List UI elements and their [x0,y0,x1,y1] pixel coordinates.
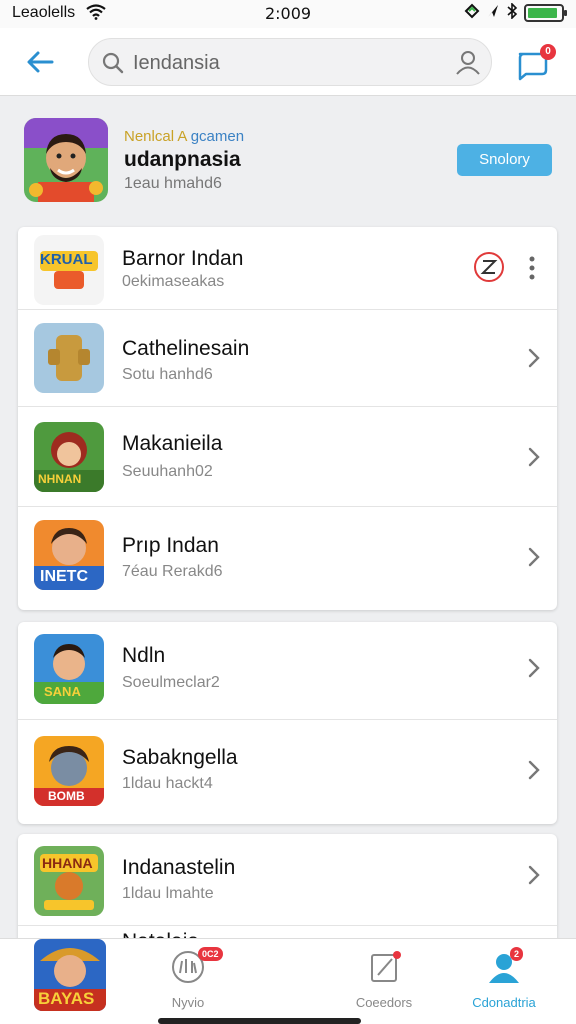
game-thumbnail: SANA [34,634,104,704]
chevron-right-icon [527,658,541,678]
battery-icon [524,3,567,22]
list-item[interactable]: Cathelinesain Sotu hanhd6 [18,310,557,407]
avatar[interactable] [24,118,108,202]
profile-section: Nenlcal A gcamen udanpnasia 1eau hmahd6 … [0,110,576,220]
list-item-title: Prıp Indan [122,534,219,557]
list-card-3: HHANA Indanastelin 1ldau lmahte Natalaia [18,834,557,954]
thumbnail-text: INETC [40,568,88,585]
home-indicator [158,1018,361,1024]
chevron-right-icon [527,348,541,368]
profile-icon: 2 [484,947,524,987]
profile-tag: Nenlcal A gcamen [124,128,245,145]
list-card-1: KRUAL Barnor Indan 0ekimaseakas Cathelin… [18,227,557,610]
thumbnail-text: HHANA [42,855,93,871]
list-item[interactable]: NHNAN Makanieila Seuuhanh02 [18,407,557,507]
status-icons [464,2,567,22]
chevron-right-icon [527,547,541,567]
game-thumbnail: HHANA [34,846,104,916]
tab-label: Coeedors [355,995,413,1010]
game-thumbnail: INETC [34,520,104,590]
list-item[interactable]: INETC Prıp Indan 7éau Rerakd6 [18,507,557,610]
tab-nyvio[interactable]: 0C2 Nyvio [138,947,238,1017]
list-item[interactable]: BOMB Sabakngella 1ldau hackt4 [18,720,557,824]
more-options-icon[interactable] [527,255,537,281]
list-item[interactable]: KRUAL Barnor Indan 0ekimaseakas [18,227,557,310]
list-item-title: Indanastelin [122,856,236,879]
tab-label: Cdonadtria [472,995,536,1010]
thumbnail-text: BAYAS [38,989,95,1008]
profile-name: udanpnasia [124,148,241,171]
back-arrow-icon [27,51,54,73]
back-button[interactable] [22,44,58,80]
chevron-right-icon [527,760,541,780]
game-thumbnail [34,323,104,393]
chevron-right-icon [527,865,541,885]
list-item-title: Cathelinesain [122,337,250,360]
game-thumbnail: BOMB [34,736,104,806]
list-item-subtitle: Sotu hanhd6 [122,366,213,383]
edit-icon [364,947,404,987]
games-icon: 0C2 [168,947,223,987]
search-input[interactable]: Iendansia [133,52,220,75]
thumbnail-text: BOMB [48,789,85,803]
list-item[interactable]: HHANA Indanastelin 1ldau lmahte [18,834,557,926]
chevron-right-icon [527,447,541,467]
profile-action-button[interactable]: Snolory [457,144,552,176]
signal-icon [464,3,480,22]
game-thumbnail: NHNAN [34,422,104,492]
list-item-subtitle: Seuuhanh02 [122,463,213,480]
list-item-title: Barnor Indan [122,247,244,270]
list-item-subtitle: 1ldau hackt4 [122,775,213,792]
list-item[interactable]: SANA Ndln Soeulmeclar2 [18,622,557,720]
bottom-tab-bar: BAYAS 0C2 Nyvio Coeedors 2 Cdonadtria [0,938,576,1024]
location-icon [486,3,500,22]
list-item-subtitle: 0ekimaseakas [122,273,225,290]
thumbnail-text: NHNAN [38,472,82,486]
tab-home[interactable]: BAYAS [34,939,106,1011]
person-icon[interactable] [455,49,481,80]
bluetooth-icon [506,2,518,22]
list-item-title: Ndln [122,644,166,667]
game-thumbnail: KRUAL [34,235,104,305]
app-header: Iendansia 0 [0,28,576,96]
status-bar: Leaolells 2:009 [0,0,576,28]
tab-badge: 0C2 [198,947,223,961]
thumbnail-text: SANA [44,684,81,699]
list-item-title: Sabakngella [122,746,238,769]
chat-button[interactable]: 0 [514,42,556,82]
search-icon [101,51,125,80]
list-card-2: SANA Ndln Soeulmeclar2 BOMB Sabakngella … [18,622,557,824]
list-item-subtitle: 1ldau lmahte [122,885,214,902]
block-icon[interactable] [473,251,505,283]
list-item-subtitle: Soeulmeclar2 [122,674,220,691]
tab-badge: 2 [510,947,524,961]
search-bar[interactable]: Iendansia [88,38,492,86]
tab-label: Nyvio [171,995,205,1010]
tab-coeedors[interactable]: Coeedors [334,947,434,1017]
profile-subtitle: 1eau hmahd6 [124,175,222,192]
list-item-title: Makanieila [122,432,223,455]
thumbnail-text: KRUAL [40,251,93,268]
list-item-subtitle: 7éau Rerakd6 [122,563,223,580]
chat-badge: 0 [540,44,556,60]
tab-cdonadtria[interactable]: 2 Cdonadtria [454,947,554,1017]
